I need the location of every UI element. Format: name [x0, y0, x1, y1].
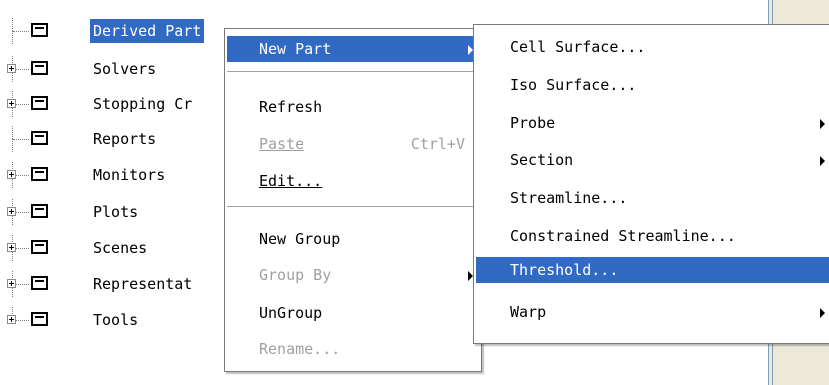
expand-icon[interactable] — [7, 207, 16, 216]
menu-item-new-part[interactable]: New Part — [227, 36, 479, 62]
tree-item-label[interactable]: Solvers — [90, 57, 159, 81]
tree-item-label[interactable]: Monitors — [90, 163, 168, 187]
menu-item-label: Threshold... — [510, 261, 619, 279]
expand-icon[interactable] — [7, 243, 16, 252]
menu-item-label: Refresh — [259, 98, 323, 116]
folder-icon — [31, 312, 48, 326]
tree-item-label[interactable]: Stopping Cr — [90, 92, 195, 116]
menu-item-label: Probe — [510, 114, 556, 132]
expand-icon[interactable] — [7, 315, 16, 324]
tree-item-label[interactable]: Tools — [90, 308, 141, 332]
menu-item-iso-surface[interactable]: Iso Surface... — [476, 72, 829, 98]
tree-connector — [12, 18, 13, 31]
submenu-arrow-icon — [820, 156, 825, 166]
expand-icon[interactable] — [7, 99, 16, 108]
menu-item-ungroup[interactable]: UnGroup — [227, 300, 479, 326]
menu-item-label: Streamline... — [510, 189, 628, 207]
menu-item-label: Iso Surface... — [510, 76, 637, 94]
menu-item-threshold[interactable]: Threshold... — [476, 257, 829, 283]
tree-item-label[interactable]: Plots — [90, 200, 141, 224]
menu-item-warp[interactable]: Warp — [476, 299, 829, 325]
expand-icon[interactable] — [7, 64, 16, 73]
menu-item-constrained-streamline[interactable]: Constrained Streamline... — [476, 223, 829, 249]
tree-connector — [12, 31, 13, 44]
menu-item-label: Paste — [259, 135, 305, 153]
folder-icon — [31, 131, 48, 145]
expand-icon[interactable] — [7, 279, 16, 288]
folder-icon — [31, 61, 48, 75]
submenu-arrow-icon — [820, 308, 825, 318]
folder-icon — [31, 167, 48, 181]
tree-connector — [12, 139, 13, 152]
menu-item-label: New Part — [259, 40, 332, 58]
menu-item-label: Constrained Streamline... — [510, 227, 736, 245]
folder-icon — [31, 240, 48, 254]
submenu-arrow-icon — [820, 119, 825, 129]
folder-icon — [31, 96, 48, 110]
menu-item-label: New Group — [259, 230, 341, 248]
menu-item-probe[interactable]: Probe — [476, 110, 829, 136]
tree-item-label[interactable]: Derived Part — [90, 19, 205, 43]
menu-item-paste[interactable]: Paste Ctrl+V — [227, 131, 479, 157]
menu-item-label: Edit... — [259, 172, 323, 190]
menu-separator — [227, 206, 479, 207]
menu-item-label: Rename... — [259, 340, 341, 358]
menu-item-section[interactable]: Section — [476, 147, 829, 173]
folder-icon — [31, 23, 48, 37]
tree-connector — [13, 139, 29, 140]
tree-item-label[interactable]: Representat — [90, 272, 195, 296]
menu-item-label: UnGroup — [259, 304, 323, 322]
menu-item-edit[interactable]: Edit... — [227, 168, 479, 194]
folder-icon — [31, 204, 48, 218]
context-menu: New Part Refresh Paste Ctrl+V Edit... Ne… — [224, 28, 482, 372]
shortcut-label: Ctrl+V — [410, 135, 465, 153]
menu-item-cell-surface[interactable]: Cell Surface... — [476, 34, 829, 60]
tree-connector — [13, 31, 29, 32]
menu-item-label: Group By — [259, 266, 332, 284]
folder-icon — [31, 276, 48, 290]
menu-item-label: Section — [510, 151, 574, 169]
menu-item-new-group[interactable]: New Group — [227, 226, 479, 252]
new-part-submenu: Cell Surface... Iso Surface... Probe Sec… — [473, 24, 829, 344]
menu-item-group-by[interactable]: Group By — [227, 262, 479, 288]
tree-connector — [12, 126, 13, 139]
menu-item-refresh[interactable]: Refresh — [227, 94, 479, 120]
menu-item-label: Warp — [510, 303, 547, 321]
menu-item-label: Cell Surface... — [510, 38, 646, 56]
tree-item-label[interactable]: Scenes — [90, 236, 150, 260]
menu-item-streamline[interactable]: Streamline... — [476, 185, 829, 211]
menu-separator — [227, 71, 479, 72]
tree-item-label[interactable]: Reports — [90, 127, 159, 151]
expand-icon[interactable] — [7, 170, 16, 179]
menu-item-rename[interactable]: Rename... — [227, 336, 479, 362]
